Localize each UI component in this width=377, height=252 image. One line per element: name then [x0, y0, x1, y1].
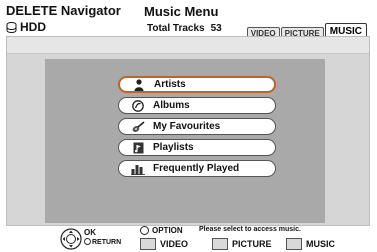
menu-item-playlists[interactable]: Playlists — [118, 139, 276, 156]
option-label: OPTION — [152, 226, 183, 235]
drive-indicator: HDD — [6, 20, 46, 34]
option-hint: OPTION — [140, 226, 183, 235]
person-icon — [132, 78, 146, 91]
menu-item-frequently-played[interactable]: Frequently Played — [118, 160, 276, 177]
page-title: Music Menu — [144, 4, 219, 19]
bar-chart-icon — [131, 162, 145, 175]
video-color-button[interactable]: VIDEO — [140, 238, 188, 250]
panel-header-strip — [7, 37, 369, 54]
menu-item-label: Artists — [154, 79, 186, 90]
color-key-icon — [140, 238, 156, 250]
total-tracks: Total Tracks 53 — [147, 23, 222, 34]
return-label: RETURN — [92, 239, 122, 246]
return-hint: RETURN — [84, 238, 121, 247]
music-color-button[interactable]: MUSIC — [286, 238, 335, 250]
menu-item-my-favourites[interactable]: My Favourites — [118, 118, 276, 135]
menu-item-artists[interactable]: Artists — [118, 76, 276, 93]
total-tracks-value: 53 — [210, 23, 222, 34]
menu-item-albums[interactable]: Albums — [118, 97, 276, 114]
option-button-icon — [140, 226, 149, 235]
return-icon — [84, 238, 91, 247]
guitar-icon — [131, 120, 145, 133]
color-key-icon — [286, 238, 302, 250]
drive-label: HDD — [20, 20, 46, 34]
footer-bar: OK RETURN OPTION Please select to access… — [0, 226, 377, 252]
playlist-icon — [131, 141, 145, 154]
ok-label: OK — [84, 228, 96, 237]
menu-item-label: Albums — [153, 100, 190, 111]
navigator-title: DELETE Navigator — [6, 3, 121, 18]
disc-icon — [131, 99, 145, 112]
menu-item-label: My Favourites — [153, 121, 221, 132]
hdd-icon — [6, 21, 17, 33]
music-menu-list: Artists Albums My Favourites Playlists F… — [118, 76, 276, 181]
instruction-text: Please select to access music. — [199, 226, 301, 233]
music-menu-screen: DELETE Navigator HDD Music Menu Total Tr… — [0, 0, 377, 252]
video-button-label: VIDEO — [160, 239, 189, 249]
menu-item-label: Frequently Played — [153, 163, 240, 174]
dpad-icon — [60, 228, 82, 250]
picture-color-button[interactable]: PICTURE — [212, 238, 272, 250]
picture-button-label: PICTURE — [232, 239, 272, 249]
color-key-icon — [212, 238, 228, 250]
total-tracks-label: Total Tracks — [147, 23, 205, 34]
music-button-label: MUSIC — [306, 239, 335, 249]
menu-item-label: Playlists — [153, 142, 194, 153]
